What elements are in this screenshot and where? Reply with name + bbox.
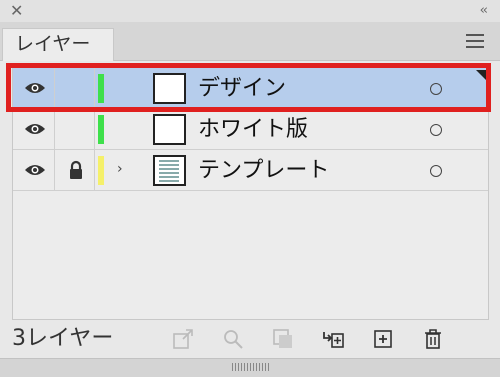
layer-name[interactable]: テンプレート	[198, 157, 329, 185]
export-icon[interactable]	[172, 328, 194, 350]
lock-icon	[70, 160, 82, 179]
tab-row: レイヤー	[0, 22, 500, 61]
layer-color	[95, 109, 107, 149]
hamburger-menu-icon[interactable]	[466, 34, 484, 48]
highlight-frame	[6, 63, 491, 112]
trash-icon[interactable]	[422, 328, 444, 350]
layer-thumbnail	[153, 155, 186, 186]
visibility-toggle[interactable]	[13, 109, 55, 149]
close-icon[interactable]: ✕	[10, 2, 23, 20]
target-circle-icon[interactable]	[430, 124, 442, 136]
layer-count: 3レイヤー	[12, 326, 114, 351]
layer-color	[95, 150, 107, 190]
panel-footer: 3レイヤー	[0, 320, 500, 358]
expand-toggle	[107, 109, 135, 149]
resize-grip[interactable]	[0, 358, 500, 377]
layer-thumbnail	[153, 114, 186, 145]
lock-toggle[interactable]	[55, 150, 95, 190]
layer-row[interactable]: › テンプレート	[13, 150, 488, 191]
layer-color-bar	[98, 156, 104, 185]
layer-name[interactable]: ホワイト版	[198, 116, 308, 144]
eye-icon	[25, 165, 45, 175]
clipping-mask-icon[interactable]	[272, 328, 294, 350]
new-sublayer-icon[interactable]	[322, 328, 344, 350]
lock-toggle[interactable]	[55, 109, 95, 149]
target-circle-icon[interactable]	[430, 165, 442, 177]
visibility-toggle[interactable]	[13, 150, 55, 190]
chevron-right-icon[interactable]: ›	[117, 161, 123, 177]
eye-icon	[25, 124, 45, 134]
new-layer-icon[interactable]	[372, 328, 394, 350]
search-icon[interactable]	[222, 328, 244, 350]
collapse-icon[interactable]: ‹‹	[480, 3, 489, 19]
tab-layers[interactable]: レイヤー	[2, 28, 114, 61]
expand-toggle[interactable]: ›	[107, 150, 135, 190]
layer-row[interactable]: ホワイト版	[13, 109, 488, 150]
layer-color-bar	[98, 115, 104, 144]
titlebar: ✕ ‹‹	[0, 0, 500, 22]
